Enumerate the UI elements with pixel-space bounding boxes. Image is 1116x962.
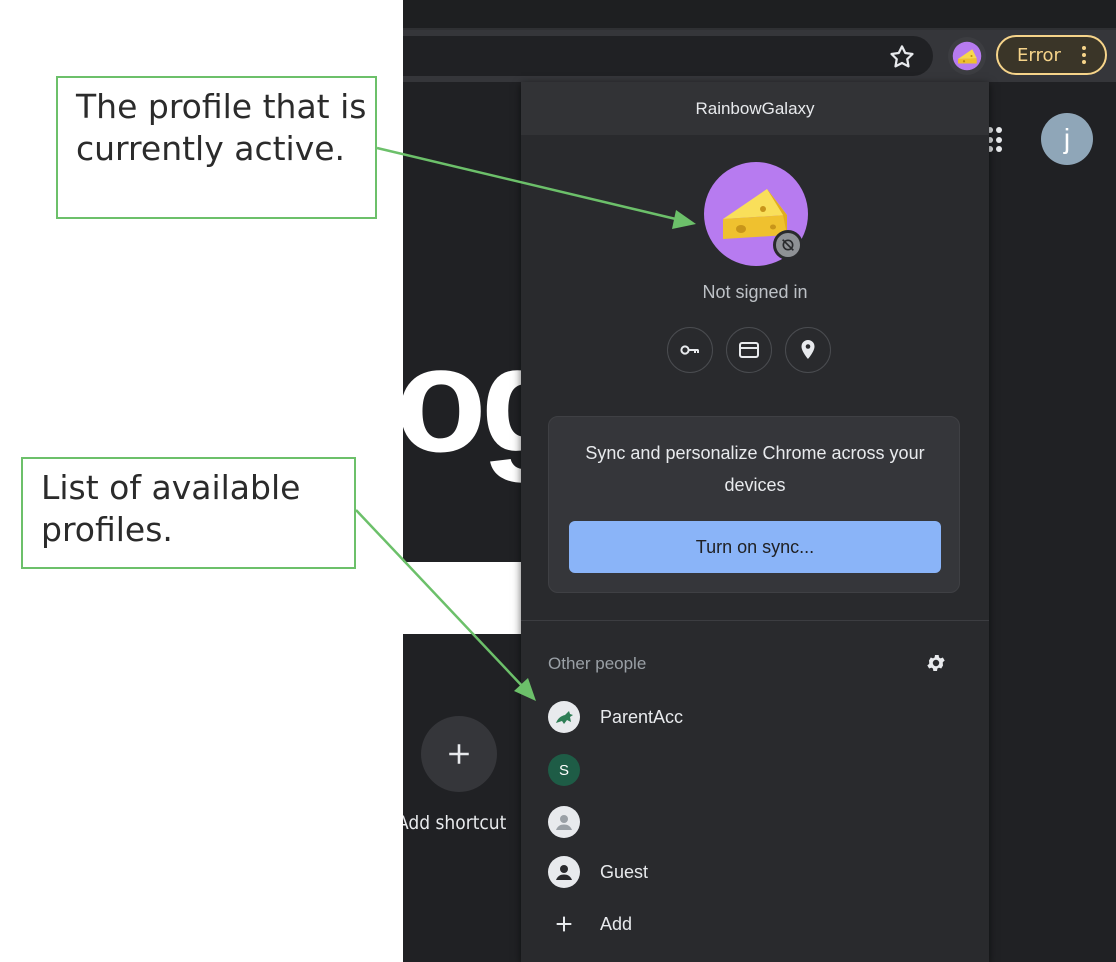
location-icon[interactable] [785,327,831,373]
search-box[interactable] [403,562,521,634]
guest-person-icon [548,856,580,888]
plus-icon [449,744,469,764]
default-person-icon [548,806,580,838]
profile-name: Guest [600,861,649,882]
browser-toolbar: Error [403,30,1116,82]
profile-item[interactable]: S [548,750,948,790]
key-icon[interactable] [667,327,713,373]
profile-item[interactable] [548,802,948,842]
turn-on-sync-button[interactable]: Turn on sync... [569,521,941,573]
sync-message: Sync and personalize Chrome across your … [585,443,925,495]
gear-icon[interactable] [925,652,947,674]
profile-name-header: RainbowGalaxy [521,82,989,135]
tab-strip [403,0,1116,30]
profile-avatar-button[interactable] [948,37,986,75]
apps-grid-icon[interactable] [987,127,1007,153]
error-label: Error [1017,44,1061,66]
account-avatar[interactable]: j [1041,113,1093,165]
other-people-title: Other people [548,654,647,673]
dragon-avatar-icon [548,701,580,733]
more-menu-icon [1081,46,1086,64]
add-shortcut-label: Add shortcut [403,812,507,834]
bookmark-star-icon[interactable] [887,42,917,72]
divider [521,620,989,621]
profiles-list-annotation: List of available profiles. [21,457,356,569]
active-profile-annotation: The profile that is currently active. [56,76,377,219]
address-bar[interactable] [403,36,933,76]
sync-off-icon [773,230,803,260]
profile-initial-avatar: S [548,754,580,786]
profile-item-parentacc[interactable]: ParentAcc [548,697,948,737]
quick-access-icons [667,327,831,373]
profile-menu: RainbowGalaxy Not signed in Sync and per… [521,82,989,962]
sign-in-status: Not signed in [702,282,808,302]
chrome-window: Error ogl j Add shortcut RainbowGalaxy N… [403,0,1116,962]
add-profile-label: Add [600,913,633,934]
sync-promo-card: Sync and personalize Chrome across your … [548,416,960,593]
credit-card-icon[interactable] [726,327,772,373]
profile-error-button[interactable]: Error [996,35,1107,75]
profile-item-guest[interactable]: Guest [548,852,948,892]
add-profile-item[interactable]: Add [548,904,948,944]
plus-icon [548,908,580,940]
add-shortcut-button[interactable] [421,716,497,792]
cheese-icon [952,41,982,71]
profile-name: ParentAcc [600,706,684,727]
